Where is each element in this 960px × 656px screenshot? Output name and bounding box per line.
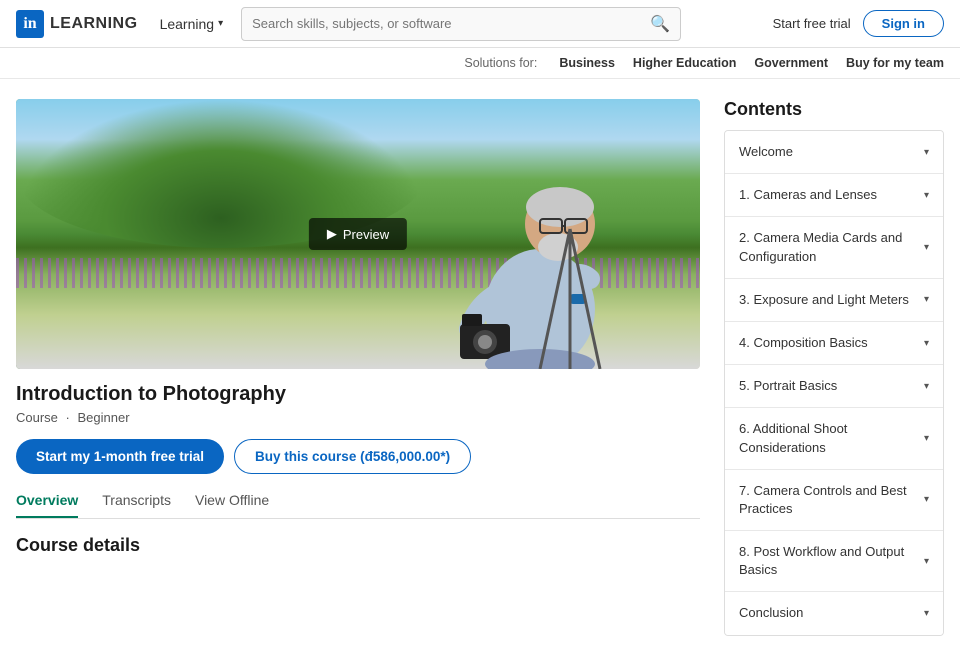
contents-item-conclusion[interactable]: Conclusion ▾ xyxy=(725,592,943,634)
play-icon: ▶ xyxy=(327,226,337,242)
main-content: ▶ Preview Introduction to Photography Co… xyxy=(0,79,960,656)
chevron-down-icon: ▾ xyxy=(924,338,929,349)
contents-list: Welcome ▾ 1. Cameras and Lenses ▾ 2. Cam… xyxy=(724,130,944,636)
course-thumbnail: ▶ Preview xyxy=(16,99,700,369)
contents-item-camera-controls-label: 7. Camera Controls and Best Practices xyxy=(739,482,924,518)
contents-item-portrait-label: 5. Portrait Basics xyxy=(739,377,924,395)
right-column: Contents Welcome ▾ 1. Cameras and Lenses… xyxy=(724,99,944,636)
contents-item-exposure-label: 3. Exposure and Light Meters xyxy=(739,291,924,309)
subnav-government[interactable]: Government xyxy=(754,56,828,70)
tab-view-offline[interactable]: View Offline xyxy=(195,492,269,518)
subnav-buy-for-team[interactable]: Buy for my team xyxy=(846,56,944,70)
contents-item-composition-label: 4. Composition Basics xyxy=(739,334,924,352)
course-meta-separator: · xyxy=(66,410,70,425)
learning-dropdown-label: Learning xyxy=(160,16,215,32)
contents-item-shoot-considerations-label: 6. Additional Shoot Considerations xyxy=(739,420,924,456)
buy-course-button[interactable]: Buy this course (đ586,000.00*) xyxy=(234,439,471,474)
search-button[interactable]: 🔍 xyxy=(650,14,670,34)
contents-item-composition[interactable]: 4. Composition Basics ▾ xyxy=(725,322,943,365)
course-details-heading: Course details xyxy=(16,535,700,556)
tab-overview[interactable]: Overview xyxy=(16,492,78,518)
contents-item-portrait[interactable]: 5. Portrait Basics ▾ xyxy=(725,365,943,408)
course-level: Beginner xyxy=(78,410,130,425)
search-bar: 🔍 xyxy=(241,7,681,41)
chevron-down-icon: ▾ xyxy=(218,18,223,29)
contents-item-cameras-lenses[interactable]: 1. Cameras and Lenses ▾ xyxy=(725,174,943,217)
header-right: Start free trial Sign in xyxy=(773,10,944,37)
action-buttons: Start my 1-month free trial Buy this cou… xyxy=(16,439,700,474)
left-column: ▶ Preview Introduction to Photography Co… xyxy=(16,99,700,636)
chevron-down-icon: ▾ xyxy=(924,433,929,444)
contents-item-camera-controls[interactable]: 7. Camera Controls and Best Practices ▾ xyxy=(725,470,943,531)
chevron-down-icon: ▾ xyxy=(924,608,929,619)
contents-item-media-cards[interactable]: 2. Camera Media Cards and Configuration … xyxy=(725,217,943,278)
preview-label: Preview xyxy=(343,227,389,242)
header: in LEARNING Learning ▾ 🔍 Start free tria… xyxy=(0,0,960,48)
chevron-down-icon: ▾ xyxy=(924,294,929,305)
search-icon: 🔍 xyxy=(650,14,670,34)
start-free-trial-link[interactable]: Start free trial xyxy=(773,16,851,31)
subnav: Solutions for: Business Higher Education… xyxy=(0,48,960,79)
chevron-down-icon: ▾ xyxy=(924,147,929,158)
chevron-down-icon: ▾ xyxy=(924,494,929,505)
search-input[interactable] xyxy=(252,16,650,31)
contents-item-shoot-considerations[interactable]: 6. Additional Shoot Considerations ▾ xyxy=(725,408,943,469)
contents-item-media-cards-label: 2. Camera Media Cards and Configuration xyxy=(739,229,924,265)
learning-dropdown-button[interactable]: Learning ▾ xyxy=(150,12,234,36)
course-title: Introduction to Photography xyxy=(16,383,700,406)
contents-item-exposure[interactable]: 3. Exposure and Light Meters ▾ xyxy=(725,279,943,322)
chevron-down-icon: ▾ xyxy=(924,190,929,201)
subnav-business[interactable]: Business xyxy=(559,56,615,70)
sign-in-button[interactable]: Sign in xyxy=(863,10,944,37)
contents-heading: Contents xyxy=(724,99,944,120)
contents-item-welcome-label: Welcome xyxy=(739,143,924,161)
linkedin-logo-icon: in xyxy=(16,10,44,38)
contents-item-post-workflow-label: 8. Post Workflow and Output Basics xyxy=(739,543,924,579)
course-meta: Course · Beginner xyxy=(16,410,700,425)
chevron-down-icon: ▾ xyxy=(924,556,929,567)
contents-item-post-workflow[interactable]: 8. Post Workflow and Output Basics ▾ xyxy=(725,531,943,592)
chevron-down-icon: ▾ xyxy=(924,381,929,392)
contents-item-conclusion-label: Conclusion xyxy=(739,604,924,622)
tripod-figure xyxy=(530,209,610,369)
course-type: Course xyxy=(16,410,58,425)
subnav-higher-education[interactable]: Higher Education xyxy=(633,56,736,70)
logo-area: in LEARNING xyxy=(16,10,138,38)
preview-button[interactable]: ▶ Preview xyxy=(309,218,407,250)
chevron-down-icon: ▾ xyxy=(924,242,929,253)
start-free-trial-button[interactable]: Start my 1-month free trial xyxy=(16,439,224,474)
solutions-label: Solutions for: xyxy=(464,56,537,70)
course-tabs: Overview Transcripts View Offline xyxy=(16,492,700,519)
logo-text: LEARNING xyxy=(50,15,138,33)
contents-item-cameras-lenses-label: 1. Cameras and Lenses xyxy=(739,186,924,204)
tab-transcripts[interactable]: Transcripts xyxy=(102,492,171,518)
contents-item-welcome[interactable]: Welcome ▾ xyxy=(725,131,943,174)
